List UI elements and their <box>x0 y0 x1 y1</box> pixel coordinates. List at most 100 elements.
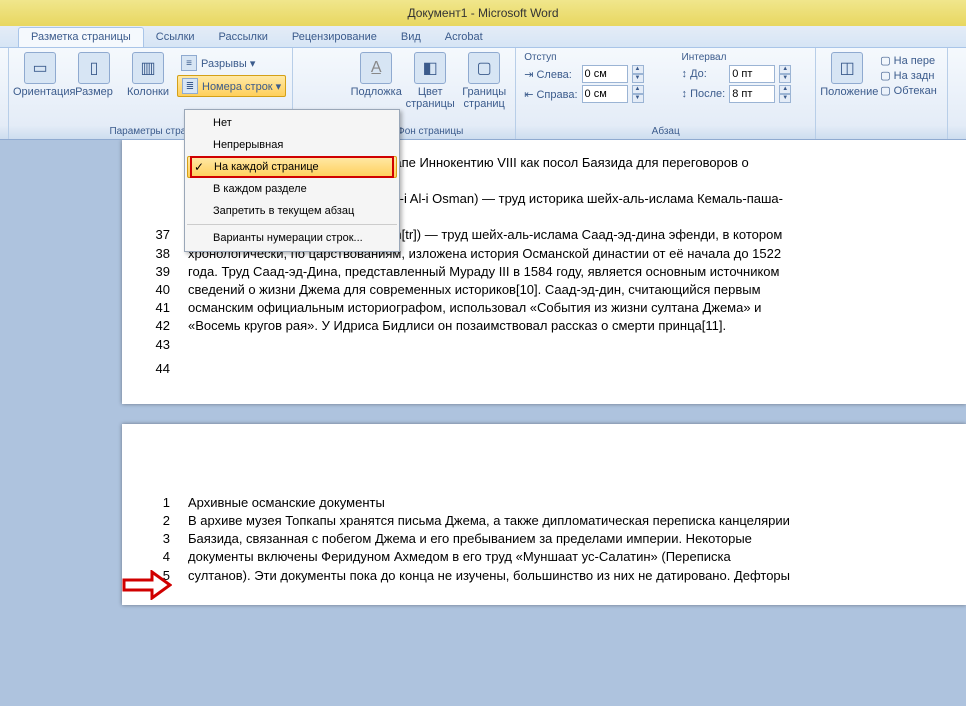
spacing-after-spinner[interactable]: ▲▼ <box>779 85 791 103</box>
line-numbers-icon: ≣ <box>182 78 198 94</box>
spacing-before-label: ↕ До: <box>682 68 726 80</box>
line-number: 43 <box>142 336 170 354</box>
text-line: 2 В архиве музея Топкапы хранятся письма … <box>142 512 936 530</box>
text-line: 4 документы включены Феридуном Ахмедом в … <box>142 548 936 566</box>
line-text: документы включены Феридуном Ахмедом в е… <box>188 548 936 566</box>
indent-left-spinner[interactable]: ▲▼ <box>632 65 644 83</box>
dd-each-page[interactable]: ✓На каждой странице <box>187 156 397 178</box>
line-number: 37 <box>142 226 170 244</box>
page-color-button[interactable]: ◧ Цвет страницы <box>403 50 457 110</box>
spacing-after-label: ↕ После: <box>682 88 726 100</box>
text-line: 3 Баязида, связанная с побегом Джема и ег… <box>142 530 936 548</box>
arrange-group-label <box>820 137 943 139</box>
line-number: 4 <box>142 548 170 566</box>
position-icon: ◫ <box>831 52 863 84</box>
dd-none[interactable]: Нет <box>187 112 397 134</box>
line-text <box>188 360 936 378</box>
dd-suppress[interactable]: Запретить в текущем абзац <box>187 200 397 222</box>
page-color-icon: ◧ <box>414 52 446 84</box>
dd-options[interactable]: Варианты нумерации строк... <box>187 227 397 249</box>
line-text: В архиве музея Топкапы хранятся письма Д… <box>188 512 936 530</box>
line-number: 1 <box>142 494 170 512</box>
line-number: 44 <box>142 360 170 378</box>
page-color-label: Цвет страницы <box>403 86 457 110</box>
position-label: Положение <box>820 86 874 98</box>
check-icon: ✓ <box>194 160 204 174</box>
dd-continuous[interactable]: Непрерывная <box>187 134 397 156</box>
text-line: 1 Архивные османские документы <box>142 494 936 512</box>
line-text <box>188 336 936 354</box>
tab-references[interactable]: Ссылки <box>144 28 207 47</box>
line-number: 38 <box>142 245 170 263</box>
line-text: сведений о жизни Джема для современных и… <box>188 281 936 299</box>
position-button[interactable]: ◫ Положение <box>820 50 874 98</box>
line-numbers-dropdown: Нет Непрерывная ✓На каждой странице В ка… <box>184 109 400 252</box>
dd-separator <box>187 224 397 225</box>
orientation-label: Ориентация <box>13 86 67 98</box>
indent-left-input[interactable] <box>582 65 628 83</box>
breaks-label: Разрывы ▾ <box>201 57 255 70</box>
tab-mailings[interactable]: Рассылки <box>207 28 280 47</box>
indent-right-label: ⇤ Справа: <box>524 88 577 101</box>
tab-review[interactable]: Рецензирование <box>280 28 389 47</box>
orientation-icon: ▭ <box>24 52 56 84</box>
indent-right-input[interactable] <box>582 85 628 103</box>
line-numbers-label: Номера строк ▾ <box>202 80 281 93</box>
watermark-button[interactable]: A̲ Подложка <box>349 50 403 98</box>
tab-layout[interactable]: Разметка страницы <box>18 27 144 47</box>
page-borders-icon: ▢ <box>468 52 500 84</box>
dd-each-section[interactable]: В каждом разделе <box>187 178 397 200</box>
indent-title: Отступ <box>520 50 663 63</box>
breaks-button[interactable]: ≡ Разрывы ▾ <box>177 52 286 74</box>
line-number: 2 <box>142 512 170 530</box>
orientation-button[interactable]: ▭ Ориентация <box>13 50 67 98</box>
line-text: Архивные османские документы <box>188 494 936 512</box>
line-text: «Восемь кругов рая». У Идриса Бидлиси он… <box>188 317 936 335</box>
page-borders-label: Границы страниц <box>457 86 511 110</box>
line-text: Баязида, связанная с побегом Джема и его… <box>188 530 936 548</box>
page-2: 1 Архивные османские документы 2 В архиве м… <box>122 424 966 605</box>
text-line: 42«Восемь кругов рая». У Идриса Бидлиси … <box>142 317 936 335</box>
line-text: османским официальным историографом, исп… <box>188 299 936 317</box>
window-title: Документ1 - Microsoft Word <box>0 0 966 26</box>
ribbon-tabs: Разметка страницы Ссылки Рассылки Реценз… <box>0 26 966 48</box>
columns-icon: ▥ <box>132 52 164 84</box>
line-number: 40 <box>142 281 170 299</box>
columns-button[interactable]: ▥ Колонки <box>121 50 175 98</box>
spacing-before-spinner[interactable]: ▲▼ <box>779 65 791 83</box>
line-text: султанов). Эти документы пока до конца н… <box>188 567 936 585</box>
text-line: 43 <box>142 336 936 354</box>
breaks-icon: ≡ <box>181 55 197 71</box>
line-text: года. Труд Саад-эд-Дина, представленный … <box>188 263 936 281</box>
indent-right-spinner[interactable]: ▲▼ <box>632 85 644 103</box>
ribbon: ▭ Ориентация ▯ Размер ▥ Колонки ≡ Разрыв… <box>0 48 966 140</box>
text-line: 44 <box>142 360 936 378</box>
page-borders-button[interactable]: ▢ Границы страниц <box>457 50 511 110</box>
size-button[interactable]: ▯ Размер <box>67 50 121 98</box>
spacing-title: Интервал <box>678 50 812 63</box>
line-number: 39 <box>142 263 170 281</box>
indent-left-label: ⇥ Слева: <box>524 68 577 81</box>
tab-view[interactable]: Вид <box>389 28 433 47</box>
text-line: 5султанов). Эти документы пока до конца … <box>142 567 936 585</box>
text-wrap-button[interactable]: ▢ Обтекан <box>880 84 937 97</box>
annotation-arrow <box>122 570 172 603</box>
spacing-after-input[interactable] <box>729 85 775 103</box>
columns-label: Колонки <box>121 86 175 98</box>
watermark-icon: A̲ <box>360 52 392 84</box>
spacing-before-input[interactable] <box>729 65 775 83</box>
paragraph-group-label: Абзац <box>520 126 811 139</box>
text-line: 39 года. Труд Саад-эд-Дина, представленны… <box>142 263 936 281</box>
send-back-button[interactable]: ▢ На задн <box>880 69 937 82</box>
line-number: 41 <box>142 299 170 317</box>
text-line: 40 сведений о жизни Джема для современных… <box>142 281 936 299</box>
tab-acrobat[interactable]: Acrobat <box>433 28 495 47</box>
size-label: Размер <box>67 86 121 98</box>
bring-front-button[interactable]: ▢ На пере <box>880 54 937 67</box>
document-workspace: к папе Иннокентию VIII как посол Баязида… <box>0 140 966 706</box>
line-numbers-button[interactable]: ≣ Номера строк ▾ <box>177 75 286 97</box>
text-line: 41 османским официальным историографом, и… <box>142 299 936 317</box>
line-number: 3 <box>142 530 170 548</box>
size-icon: ▯ <box>78 52 110 84</box>
watermark-label: Подложка <box>349 86 403 98</box>
